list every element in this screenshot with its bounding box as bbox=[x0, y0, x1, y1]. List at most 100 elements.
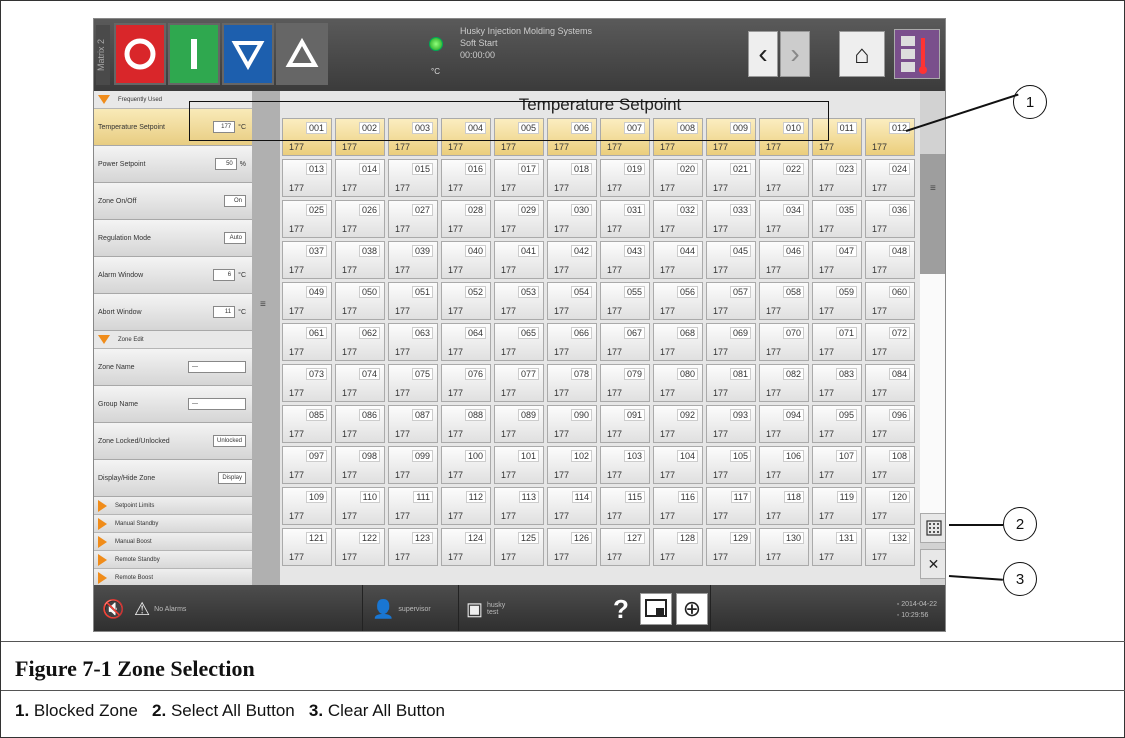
zone-tile[interactable]: 050 177 bbox=[335, 282, 385, 320]
power-setpoint-field[interactable]: 50 bbox=[214, 158, 237, 170]
section-collapsed[interactable]: Remote Boost bbox=[94, 569, 252, 585]
zone-tile[interactable]: 041 177 bbox=[494, 241, 544, 279]
zone-tile[interactable]: 086 177 bbox=[335, 405, 385, 443]
zone-tile[interactable]: 097 177 bbox=[282, 446, 332, 484]
zone-tile[interactable]: 026 177 bbox=[335, 200, 385, 238]
zone-tile[interactable]: 131 177 bbox=[812, 528, 862, 566]
zone-tile[interactable]: 074 177 bbox=[335, 364, 385, 402]
zone-tile[interactable]: 033 177 bbox=[706, 200, 756, 238]
zone-tile[interactable]: 075 177 bbox=[388, 364, 438, 402]
user-button[interactable]: 👤 supervisor bbox=[372, 591, 431, 627]
display-hide-row[interactable]: Display/Hide Zone Display bbox=[94, 460, 252, 497]
zone-tile[interactable]: 053 177 bbox=[494, 282, 544, 320]
zone-tile[interactable]: 108 177 bbox=[865, 446, 915, 484]
zone-onoff-field[interactable]: On bbox=[224, 195, 246, 207]
zone-tile[interactable]: 013 177 bbox=[282, 159, 332, 197]
zone-tile[interactable]: 027 177 bbox=[388, 200, 438, 238]
zone-tile[interactable]: 105 177 bbox=[706, 446, 756, 484]
zone-tile[interactable]: 089 177 bbox=[494, 405, 544, 443]
zone-tile[interactable]: 083 177 bbox=[812, 364, 862, 402]
zone-tile[interactable]: 069 177 bbox=[706, 323, 756, 361]
zone-tile[interactable]: 120 177 bbox=[865, 487, 915, 525]
regulation-mode-field[interactable]: Auto bbox=[224, 232, 246, 244]
zone-tile[interactable]: 087 177 bbox=[388, 405, 438, 443]
zone-tile[interactable]: 094 177 bbox=[759, 405, 809, 443]
zone-tile[interactable]: 018 177 bbox=[547, 159, 597, 197]
zone-tile[interactable]: 066 177 bbox=[547, 323, 597, 361]
zone-tile[interactable]: 130 177 bbox=[759, 528, 809, 566]
zone-tile[interactable]: 062 177 bbox=[335, 323, 385, 361]
zone-tile[interactable]: 040 177 bbox=[441, 241, 491, 279]
zone-tile[interactable]: 044 177 bbox=[653, 241, 703, 279]
zone-tile[interactable]: 048 177 bbox=[865, 241, 915, 279]
zone-tile[interactable]: 039 177 bbox=[388, 241, 438, 279]
zone-tile[interactable]: 117 177 bbox=[706, 487, 756, 525]
zone-tile[interactable]: 045 177 bbox=[706, 241, 756, 279]
zone-tile[interactable]: 095 177 bbox=[812, 405, 862, 443]
zone-tile[interactable]: 103 177 bbox=[600, 446, 650, 484]
zone-tile[interactable]: 129 177 bbox=[706, 528, 756, 566]
zone-locked-field[interactable]: Unlocked bbox=[212, 435, 246, 447]
zone-tile[interactable]: 057 177 bbox=[706, 282, 756, 320]
zone-tile[interactable]: 058 177 bbox=[759, 282, 809, 320]
zone-tile[interactable]: 042 177 bbox=[547, 241, 597, 279]
zone-tile[interactable]: 059 177 bbox=[812, 282, 862, 320]
zone-tile[interactable]: 024 177 bbox=[865, 159, 915, 197]
zone-tile[interactable]: 047 177 bbox=[812, 241, 862, 279]
blocked-zone-tile[interactable]: 012 177 bbox=[865, 118, 915, 156]
zone-tile[interactable]: 049 177 bbox=[282, 282, 332, 320]
zone-tile[interactable]: 035 177 bbox=[812, 200, 862, 238]
zone-tile[interactable]: 092 177 bbox=[653, 405, 703, 443]
zone-tile[interactable]: 124 177 bbox=[441, 528, 491, 566]
zone-tile[interactable]: 030 177 bbox=[547, 200, 597, 238]
zone-onoff-row[interactable]: Zone On/Off On bbox=[94, 183, 252, 220]
start-button[interactable] bbox=[168, 23, 220, 85]
zone-tile[interactable]: 054 177 bbox=[547, 282, 597, 320]
forward-button[interactable]: › bbox=[780, 31, 810, 77]
zone-tile[interactable]: 068 177 bbox=[653, 323, 703, 361]
zone-tile[interactable]: 072 177 bbox=[865, 323, 915, 361]
zone-tile[interactable]: 014 177 bbox=[335, 159, 385, 197]
zone-tile[interactable]: 079 177 bbox=[600, 364, 650, 402]
zone-tile[interactable]: 098 177 bbox=[335, 446, 385, 484]
zone-tile[interactable]: 037 177 bbox=[282, 241, 332, 279]
clear-all-button[interactable]: ✕ bbox=[920, 549, 945, 579]
alarm-window-row[interactable]: Alarm Window 6 °C bbox=[94, 257, 252, 294]
alarm-window-field[interactable]: 6 bbox=[213, 269, 236, 281]
zone-tile[interactable]: 038 177 bbox=[335, 241, 385, 279]
zone-tile[interactable]: 112 177 bbox=[441, 487, 491, 525]
zone-tile[interactable]: 051 177 bbox=[388, 282, 438, 320]
zone-tile[interactable]: 029 177 bbox=[494, 200, 544, 238]
zone-tile[interactable]: 025 177 bbox=[282, 200, 332, 238]
zone-tile[interactable]: 114 177 bbox=[547, 487, 597, 525]
sidebar-scrollbar[interactable] bbox=[252, 91, 280, 585]
section-collapsed[interactable]: Setpoint Limits bbox=[94, 497, 252, 515]
group-name-row[interactable]: Group Name — bbox=[94, 386, 252, 423]
zone-tile[interactable]: 060 177 bbox=[865, 282, 915, 320]
zone-tile[interactable]: 023 177 bbox=[812, 159, 862, 197]
zone-tile[interactable]: 110 177 bbox=[335, 487, 385, 525]
zone-tile[interactable]: 076 177 bbox=[441, 364, 491, 402]
zone-tile[interactable]: 093 177 bbox=[706, 405, 756, 443]
zone-tile[interactable]: 015 177 bbox=[388, 159, 438, 197]
zone-tile[interactable]: 052 177 bbox=[441, 282, 491, 320]
zone-tile[interactable]: 082 177 bbox=[759, 364, 809, 402]
zone-tile[interactable]: 113 177 bbox=[494, 487, 544, 525]
zone-tile[interactable]: 090 177 bbox=[547, 405, 597, 443]
language-button[interactable]: ⊕ bbox=[676, 593, 708, 625]
zone-tile[interactable]: 091 177 bbox=[600, 405, 650, 443]
zone-tile[interactable]: 022 177 bbox=[759, 159, 809, 197]
zone-tile[interactable]: 109 177 bbox=[282, 487, 332, 525]
zone-tile[interactable]: 122 177 bbox=[335, 528, 385, 566]
zone-tile[interactable]: 118 177 bbox=[759, 487, 809, 525]
zone-tile[interactable]: 064 177 bbox=[441, 323, 491, 361]
abort-window-row[interactable]: Abort Window 11 °C bbox=[94, 294, 252, 331]
zone-tile[interactable]: 017 177 bbox=[494, 159, 544, 197]
zone-tile[interactable]: 123 177 bbox=[388, 528, 438, 566]
zone-tile[interactable]: 128 177 bbox=[653, 528, 703, 566]
zone-tile[interactable]: 061 177 bbox=[282, 323, 332, 361]
zone-tile[interactable]: 071 177 bbox=[812, 323, 862, 361]
zone-tile[interactable]: 111 177 bbox=[388, 487, 438, 525]
zone-name-row[interactable]: Zone Name — bbox=[94, 349, 252, 386]
regulation-mode-row[interactable]: Regulation Mode Auto bbox=[94, 220, 252, 257]
